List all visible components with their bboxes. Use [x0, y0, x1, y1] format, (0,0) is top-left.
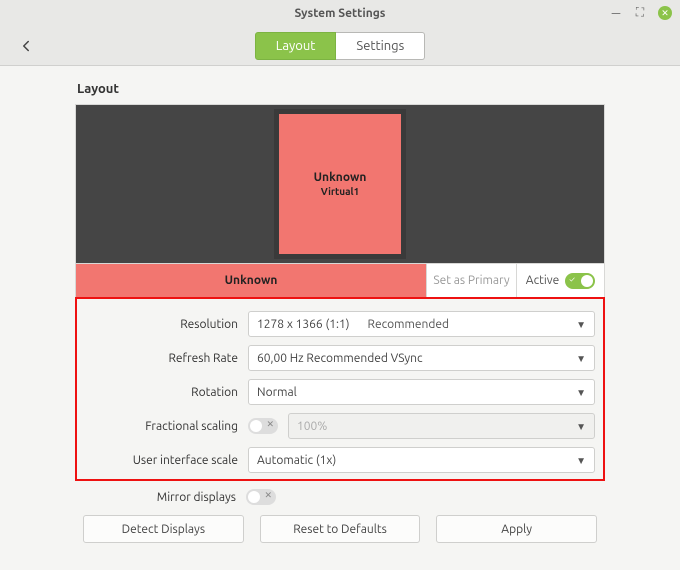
- display-port: Virtual1: [321, 186, 359, 197]
- display-box[interactable]: Unknown Virtual1: [274, 109, 406, 259]
- detect-displays-button[interactable]: Detect Displays: [83, 515, 244, 543]
- close-button[interactable]: ✕: [658, 6, 672, 20]
- check-icon: ✓: [569, 275, 575, 284]
- titlebar: System Settings － ⛶ ✕: [0, 0, 680, 26]
- resolution-label: Resolution: [85, 318, 240, 331]
- maximize-button[interactable]: ⛶: [634, 7, 646, 19]
- active-cell: Active ✓: [516, 264, 604, 297]
- resolution-extra: Recommended: [368, 318, 450, 331]
- active-label: Active: [526, 274, 559, 287]
- minimize-button[interactable]: －: [610, 7, 622, 19]
- tab-settings[interactable]: Settings: [336, 32, 425, 60]
- mirror-toggle[interactable]: ✕: [246, 489, 276, 505]
- display-badge[interactable]: Unknown: [76, 264, 426, 297]
- fractional-toggle[interactable]: ✕: [248, 418, 278, 434]
- tab-group: Layout Settings: [255, 32, 426, 60]
- arrow-left-icon: [17, 37, 35, 55]
- uiscale-label: User interface scale: [85, 454, 240, 467]
- display-name: Unknown: [314, 171, 367, 184]
- rotation-combo[interactable]: Normal ▼: [248, 379, 595, 405]
- refresh-combo[interactable]: 60,00 Hz Recommended VSync ▼: [248, 345, 595, 371]
- display-inner: Unknown Virtual1: [279, 114, 401, 254]
- fractional-combo: 100% ▼: [288, 413, 595, 439]
- uiscale-value: Automatic (1x): [257, 454, 336, 467]
- window-title: System Settings: [295, 7, 386, 20]
- chevron-down-icon: ▼: [576, 421, 586, 433]
- chevron-down-icon: ▼: [576, 455, 586, 467]
- toggle-knob: [248, 491, 260, 503]
- display-header-row: Unknown Set as Primary Active ✓: [75, 264, 605, 298]
- toolbar: Layout Settings: [0, 26, 680, 66]
- resolution-combo[interactable]: 1278 x 1366 (1:1) Recommended ▼: [248, 311, 595, 337]
- mirror-label: Mirror displays: [83, 491, 238, 504]
- tab-layout[interactable]: Layout: [255, 32, 337, 60]
- set-primary-button[interactable]: Set as Primary: [426, 264, 516, 297]
- chevron-down-icon: ▼: [576, 353, 586, 365]
- uiscale-combo[interactable]: Automatic (1x) ▼: [248, 447, 595, 473]
- section-title: Layout: [77, 82, 603, 96]
- chevron-down-icon: ▼: [576, 319, 586, 331]
- toggle-knob: [250, 420, 262, 432]
- active-toggle[interactable]: ✓: [565, 273, 595, 289]
- back-button[interactable]: [14, 34, 38, 58]
- button-row: Detect Displays Reset to Defaults Apply: [83, 515, 597, 543]
- page-body: Layout Unknown Virtual1 Unknown Set as P…: [0, 66, 680, 570]
- window-controls: － ⛶ ✕: [610, 0, 672, 26]
- x-icon: ✕: [266, 419, 274, 430]
- apply-button[interactable]: Apply: [436, 515, 597, 543]
- fractional-label: Fractional scaling: [85, 420, 240, 433]
- display-layout-canvas[interactable]: Unknown Virtual1: [75, 104, 605, 264]
- refresh-value: 60,00 Hz Recommended VSync: [257, 352, 423, 365]
- resolution-value: 1278 x 1366 (1:1): [257, 318, 350, 331]
- toggle-knob: [581, 275, 593, 287]
- rotation-value: Normal: [257, 386, 297, 399]
- rotation-label: Rotation: [85, 386, 240, 399]
- reset-defaults-button[interactable]: Reset to Defaults: [260, 515, 421, 543]
- refresh-label: Refresh Rate: [85, 352, 240, 365]
- fractional-value: 100%: [297, 420, 327, 433]
- highlight-region: Resolution 1278 x 1366 (1:1) Recommended…: [75, 297, 605, 481]
- x-icon: ✕: [264, 490, 272, 501]
- chevron-down-icon: ▼: [576, 387, 586, 399]
